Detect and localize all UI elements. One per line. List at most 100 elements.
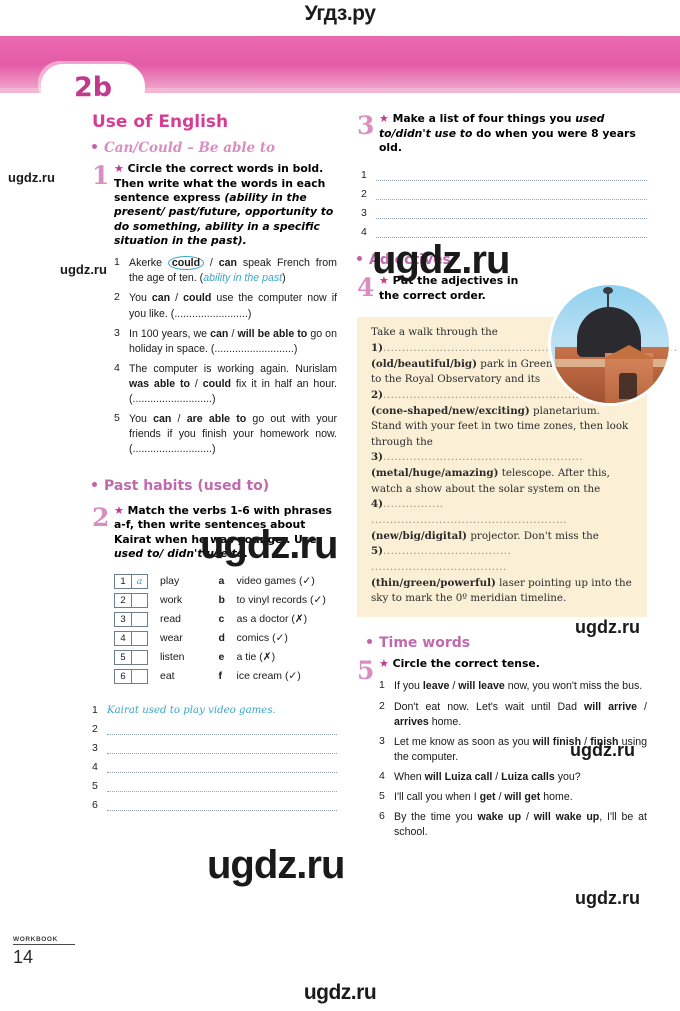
instruction-pre: Make a list of four things you <box>392 112 576 125</box>
item-bold-2[interactable]: will be able to <box>237 328 307 340</box>
item-bold-2[interactable]: finish <box>590 736 618 748</box>
item-mid: / <box>171 412 187 425</box>
watermark-bottom: ugdz.ru <box>303 981 377 1004</box>
gap-1-line[interactable]: ........................................… <box>383 342 572 354</box>
item-bold-1[interactable]: can <box>153 413 171 425</box>
item-post: now, you won't miss the bus. <box>504 680 643 693</box>
star-icon: ★ <box>379 656 389 670</box>
answer-line[interactable] <box>107 761 337 773</box>
answer-line[interactable] <box>107 742 337 754</box>
line-number: 6 <box>92 798 98 811</box>
answer-box[interactable] <box>131 592 148 608</box>
exercise-2: 2 ★ Match the verbs 1-6 with phrases a-f… <box>92 504 337 562</box>
item-bold-2[interactable]: will get <box>504 791 540 803</box>
item-bold-2[interactable]: could <box>183 292 211 304</box>
item-mid: / <box>190 377 203 390</box>
item-text: When will Luiza call / Luiza calls you? <box>394 770 647 785</box>
question-item: 1 If you leave / will leave now, you won… <box>379 679 647 694</box>
answer-row: 3 <box>361 207 647 220</box>
item-bold-2[interactable]: Luiza calls <box>501 771 555 783</box>
question-item: 4 The computer is working again. Nurisla… <box>114 362 337 407</box>
bullet-icon <box>92 481 97 487</box>
answer-line[interactable] <box>107 780 337 792</box>
item-pre: In 100 years, we <box>129 327 211 340</box>
gap-4-line[interactable]: ................ .......................… <box>371 498 567 526</box>
answer-row: 4 <box>361 226 647 239</box>
page-number: 14 <box>13 947 34 967</box>
answer-line[interactable] <box>376 207 647 220</box>
item-bold-1[interactable]: will arrive <box>584 701 637 713</box>
answer-box[interactable] <box>131 630 148 646</box>
item-bold-2[interactable]: will leave <box>458 680 505 692</box>
item-bold-2[interactable]: will wake up <box>534 811 600 823</box>
footer: WORKBOOK 14 <box>13 936 75 968</box>
phrase-text: ice cream (✓) <box>236 670 301 682</box>
star-icon: ★ <box>114 162 124 175</box>
instruction-line-1: Circle the correct words in bold. <box>127 162 324 175</box>
item-bold[interactable]: can <box>219 257 237 269</box>
instruction-text: Circle the correct tense. <box>392 656 540 670</box>
answer-row: 2 <box>361 188 647 201</box>
verb-label: play <box>160 575 180 587</box>
item-bold-1[interactable]: will finish <box>533 736 581 748</box>
answer-box[interactable]: a <box>131 573 148 589</box>
item-text: The computer is working again. Nurislam … <box>129 362 337 407</box>
item-bold-1[interactable]: was able to <box>129 378 190 390</box>
item-bold-1[interactable]: can <box>152 292 170 304</box>
item-tail: ) <box>282 272 286 285</box>
right-column: 3 ★ Make a list of four things you used … <box>357 112 677 845</box>
item-bold-1[interactable]: get <box>480 791 496 803</box>
gap-3-label: 3) <box>371 451 384 464</box>
item-hint: ability in the past <box>203 272 283 285</box>
exercise-1-items: 1 Akerke could / can speak French from t… <box>114 256 337 456</box>
item-text: In 100 years, we can / will be able to g… <box>129 327 337 357</box>
item-bold-1[interactable]: can <box>210 328 228 340</box>
answer-box[interactable] <box>131 649 148 665</box>
gap-1-options: (old/beautiful/big) <box>371 357 477 370</box>
item-bold-1[interactable]: wake up <box>477 811 521 823</box>
phrase-text: video games (✓) <box>236 575 315 587</box>
instruction-line-2: Then write what the words in each <box>114 176 326 190</box>
item-bold-1[interactable]: will Luiza call <box>425 771 493 783</box>
table-row: 4 wear <box>114 629 185 648</box>
item-bold-2[interactable]: could <box>203 378 231 390</box>
item-number: 3 <box>379 734 385 747</box>
item-pre: Let me know as soon as you <box>394 735 533 748</box>
answer-row: 2 <box>92 723 337 735</box>
watermark: ugdz.ru <box>575 888 640 908</box>
table-row: 3 read <box>114 610 185 629</box>
item-bold-1[interactable]: leave <box>423 680 450 692</box>
watermark: ugdz.ru <box>8 170 55 185</box>
star-icon: ★ <box>114 503 124 517</box>
exercise-2-answer-lines: 1 Kairat used to play video games. 2 3 4… <box>92 704 337 811</box>
answer-line[interactable] <box>376 226 647 239</box>
gap-4-options: (new/big/digital) <box>371 529 468 542</box>
item-post: you? <box>554 770 581 783</box>
unit-tab: 2b <box>41 64 145 110</box>
phrase-letter: f <box>218 670 223 682</box>
exercise-2-number: 2 <box>92 502 110 532</box>
gap-3-line[interactable]: ........................................… <box>383 451 583 463</box>
observatory-photo <box>548 282 672 406</box>
item-bold-2[interactable]: arrives <box>394 716 429 728</box>
answer-box[interactable] <box>131 668 148 684</box>
circled-answer[interactable]: could <box>167 256 205 271</box>
question-item: 5 I'll call you when I get / will get ho… <box>379 790 647 805</box>
gap-4-label: 4) <box>371 498 384 511</box>
passage-s5: projector. Don't miss the <box>467 529 599 542</box>
table-row: 6 eat <box>114 667 185 686</box>
answer-line[interactable] <box>376 169 647 182</box>
item-bold-2[interactable]: are able to <box>187 413 247 425</box>
answer-line[interactable] <box>107 799 337 811</box>
footer-rule <box>13 944 75 945</box>
item-number: 6 <box>379 809 385 822</box>
gap-5-line[interactable]: .................................. .....… <box>371 545 511 573</box>
phrase-letter: b <box>218 594 225 606</box>
question-item: 1 Akerke could / can speak French from t… <box>114 256 337 286</box>
answer-line[interactable] <box>107 723 337 735</box>
answer-line[interactable] <box>376 188 647 201</box>
item-mid: / <box>492 770 502 783</box>
exercise-1-instruction: ★ Circle the correct words in bold. Then… <box>114 162 337 248</box>
subheading-past-habits: Past habits (used to) <box>92 478 337 494</box>
answer-box[interactable] <box>131 611 148 627</box>
